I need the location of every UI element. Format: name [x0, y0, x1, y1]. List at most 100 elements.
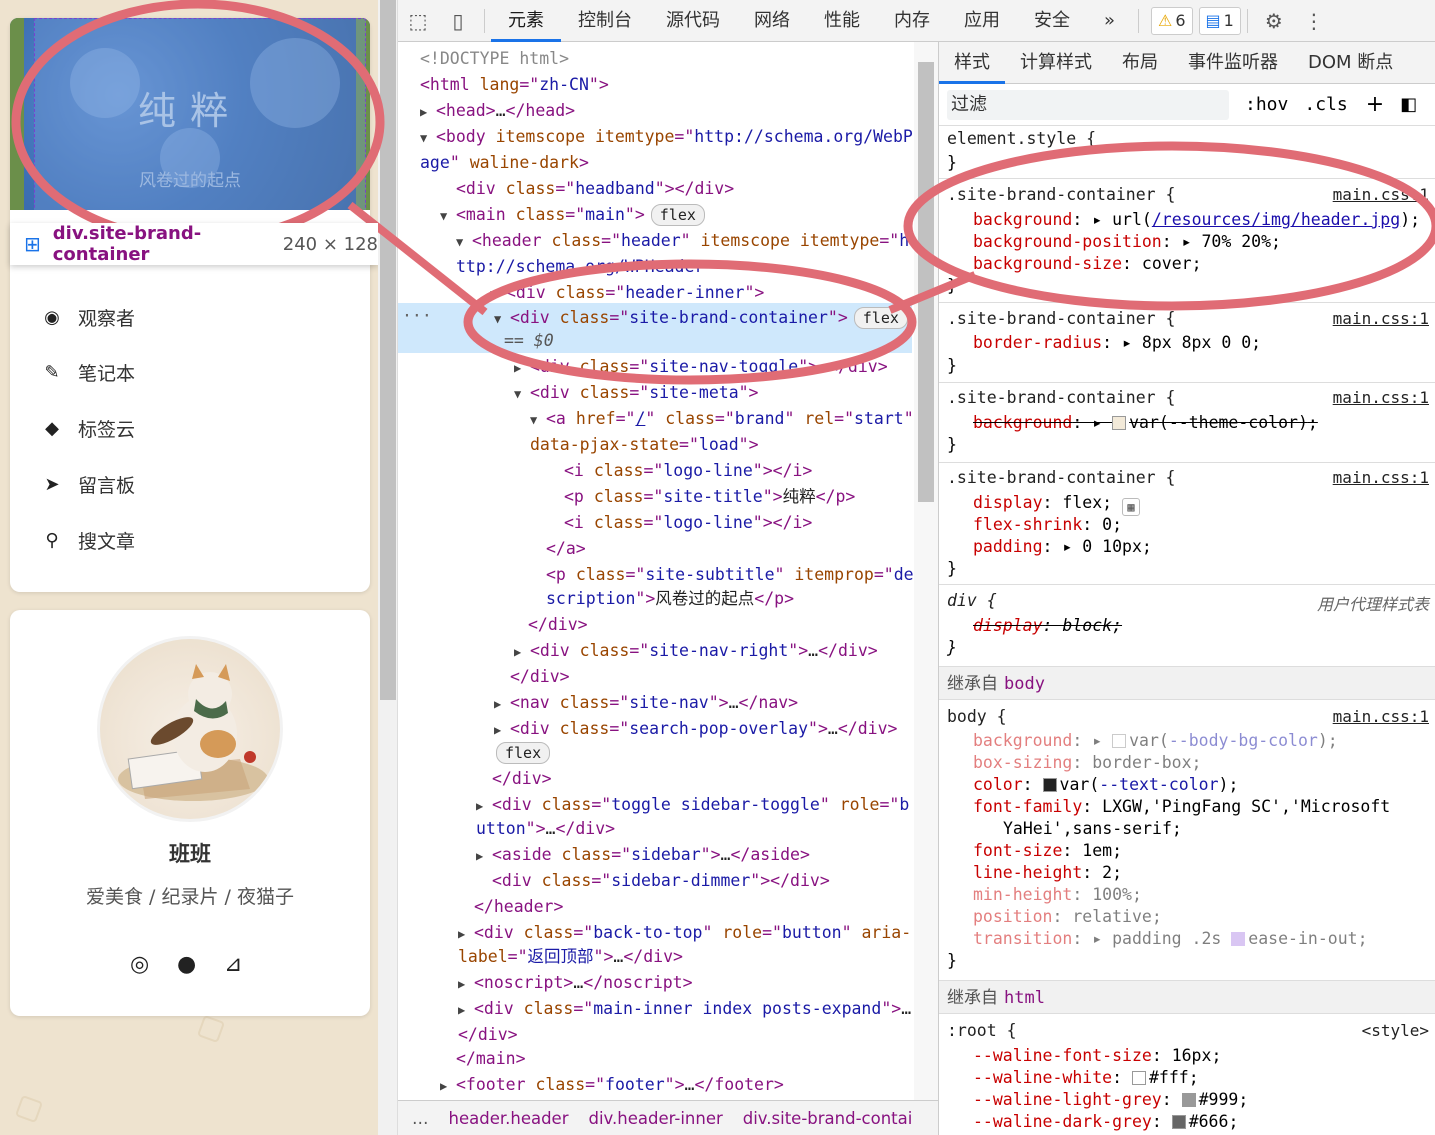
css-declaration[interactable]: line-height: 2;: [973, 862, 1122, 884]
css-declaration-overridden[interactable]: background: ▸ var(--theme-color);: [973, 412, 1318, 434]
css-declaration[interactable]: background: ▸ url(/resources/img/header.…: [973, 209, 1420, 231]
flex-badge[interactable]: flex: [853, 307, 908, 329]
dom-node[interactable]: <!DOCTYPE html>: [420, 46, 569, 72]
dom-node[interactable]: </header>: [474, 894, 563, 920]
dom-node[interactable]: ▶ <head>…</head>: [420, 98, 575, 125]
css-variable[interactable]: --waline-font-size: 16px;: [973, 1045, 1221, 1067]
dom-node[interactable]: ▶ <div class="toggle sidebar-toggle" role…: [476, 792, 909, 819]
breadcrumb-overflow-icon[interactable]: …: [412, 1109, 429, 1128]
rule-source-link[interactable]: main.css:1: [1333, 388, 1429, 407]
sidebar-item-search[interactable]: ⚲ 搜文章: [40, 527, 135, 554]
tab-memory[interactable]: 内存: [877, 0, 947, 42]
dom-node[interactable]: </div>: [528, 612, 588, 638]
rule-source-link[interactable]: main.css:1: [1333, 309, 1429, 328]
tab-styles[interactable]: 样式: [939, 42, 1005, 84]
toggle-sidebar-icon[interactable]: ◧: [1400, 94, 1417, 115]
dom-node[interactable]: ▶ <div class="site-nav-right">…</div>: [514, 638, 878, 665]
device-toolbar-icon[interactable]: ▯: [438, 9, 478, 33]
dom-node[interactable]: <p class="site-subtitle" itemprop="de: [546, 562, 914, 588]
tab-elements[interactable]: 元素: [491, 0, 561, 42]
tab-security[interactable]: 安全: [1017, 0, 1087, 42]
tab-sources[interactable]: 源代码: [649, 0, 737, 42]
rss-icon[interactable]: ⊿: [224, 952, 242, 977]
scrollbar-thumb[interactable]: [380, 0, 396, 700]
rule-source-link[interactable]: main.css:1: [1333, 707, 1429, 726]
css-declaration-inactive[interactable]: min-height: 100%;: [973, 884, 1142, 906]
dom-node[interactable]: <i class="logo-line"></i>: [564, 458, 812, 484]
dom-node[interactable]: <div class="headband"></div>: [456, 176, 734, 202]
dom-node[interactable]: ▶ <footer class="footer">…</footer>: [440, 1072, 784, 1099]
dom-node[interactable]: ▶ <div class="main-inner index posts-expa…: [458, 996, 911, 1023]
hov-toggle[interactable]: :hov: [1245, 94, 1288, 115]
dom-node[interactable]: ▶ <nav class="site-nav">…</nav>: [494, 690, 798, 717]
css-declaration[interactable]: background-size: cover;: [973, 253, 1202, 275]
dom-node[interactable]: ▶ <div class="search-pop-overlay">…</div>: [494, 716, 897, 743]
scrollbar-thumb[interactable]: [918, 62, 934, 502]
dom-node[interactable]: ▼ <div class="header-inner">: [490, 280, 764, 307]
css-declaration[interactable]: font-family: LXGW,'PingFang SC','Microso…: [973, 796, 1390, 818]
breadcrumb-item[interactable]: div.site-brand-contai: [743, 1109, 913, 1128]
css-declaration[interactable]: font-size: 1em;: [973, 840, 1122, 862]
css-declaration[interactable]: border-radius: ▸ 8px 8px 0 0;: [973, 332, 1261, 354]
dom-node-selected[interactable]: ▼ <div class="site-brand-container"> flex: [494, 305, 908, 332]
color-swatch[interactable]: [1042, 778, 1057, 792]
messages-badge[interactable]: ▤ 1: [1198, 6, 1241, 35]
site-brand-container[interactable]: 纯粹 风卷过的起点: [10, 18, 370, 210]
css-variable[interactable]: --waline-dark-grey: #666;: [973, 1111, 1238, 1133]
css-declaration[interactable]: color: var(--text-color);: [973, 774, 1238, 796]
header-image-url[interactable]: /resources/img/header.jpg: [1152, 210, 1400, 229]
dom-node[interactable]: ▼ <header class="header" itemscope itemty…: [456, 228, 909, 255]
color-swatch[interactable]: [1131, 1071, 1146, 1085]
dom-node[interactable]: ▼ <a href="/" class="brand" rel="start": [530, 406, 914, 433]
dom-node[interactable]: ▶ <noscript>…</noscript>: [458, 970, 693, 997]
css-declaration-inactive[interactable]: position: relative;: [973, 906, 1162, 928]
kebab-menu-icon[interactable]: ⋮: [1294, 9, 1334, 33]
styles-filter-input[interactable]: 过滤: [947, 89, 1229, 120]
dom-node[interactable]: </div>: [458, 1022, 518, 1048]
css-declaration-inactive[interactable]: background: ▸ var(--body-bg-color);: [973, 730, 1338, 752]
dom-node[interactable]: ▼ <body itemscope itemtype="http://schema…: [420, 124, 913, 151]
sidebar-item-observer[interactable]: ◉ 观察者: [40, 304, 135, 331]
weibo-icon[interactable]: ◎: [130, 952, 149, 977]
sidebar-item-guestbook[interactable]: ➤ 留言板: [40, 471, 135, 498]
css-declaration-inactive[interactable]: transition: ▸ padding .2s ease-in-out;: [973, 928, 1368, 950]
dom-node[interactable]: <p class="site-title">纯粹</p>: [564, 484, 855, 510]
breadcrumb-item[interactable]: header.header: [449, 1109, 569, 1128]
dom-node[interactable]: </main>: [456, 1046, 526, 1072]
easing-swatch[interactable]: [1231, 932, 1246, 946]
dom-node[interactable]: </div>: [492, 766, 552, 792]
rule-source-link[interactable]: main.css:1: [1333, 185, 1429, 204]
inspect-element-icon[interactable]: ⬚: [398, 9, 438, 33]
color-swatch[interactable]: [1112, 416, 1127, 430]
css-variable[interactable]: --waline-light-grey: #999;: [973, 1089, 1248, 1111]
inherited-element[interactable]: html: [1004, 988, 1045, 1008]
flex-badge[interactable]: flex: [496, 742, 551, 764]
css-declaration-inactive[interactable]: box-sizing: border-box;: [973, 752, 1201, 774]
dom-node[interactable]: ▼ <main class="main"> flex: [440, 202, 705, 229]
dom-node[interactable]: <div class="sidebar-dimmer"></div>: [492, 868, 830, 894]
dom-node[interactable]: <html lang="zh-CN">: [420, 72, 609, 98]
dom-node[interactable]: ▶ <div class="back-to-top" role="button" …: [458, 920, 911, 947]
breadcrumb-item[interactable]: div.header-inner: [589, 1109, 723, 1128]
rule-source-link[interactable]: main.css:1: [1333, 468, 1429, 487]
sidebar-item-tags[interactable]: ◆ 标签云: [40, 415, 135, 442]
warnings-badge[interactable]: ⚠ 6: [1151, 6, 1193, 35]
color-swatch[interactable]: [1171, 1115, 1186, 1129]
flexbox-editor-icon[interactable]: ▦: [1122, 498, 1141, 516]
css-declaration[interactable]: display: flex; ▦: [973, 492, 1141, 516]
github-icon[interactable]: ●: [177, 952, 196, 977]
css-declaration[interactable]: flex-shrink: 0;: [973, 514, 1122, 536]
css-declaration[interactable]: padding: ▸ 0 10px;: [973, 536, 1152, 558]
dom-node[interactable]: </div>: [510, 664, 570, 690]
dom-node[interactable]: <i class="logo-line"></i>: [564, 510, 812, 536]
color-swatch[interactable]: [1181, 1093, 1196, 1107]
tab-event-listeners[interactable]: 事件监听器: [1173, 42, 1293, 84]
flex-badge[interactable]: flex: [650, 204, 705, 226]
elements-scrollbar[interactable]: [914, 42, 938, 1100]
dom-node[interactable]: </a>: [546, 536, 586, 562]
css-declaration[interactable]: background-position: ▸ 70% 20%;: [973, 231, 1281, 253]
inherited-element[interactable]: body: [1004, 674, 1045, 694]
tab-dom-breakpoints[interactable]: DOM 断点: [1293, 42, 1408, 84]
dom-node[interactable]: ▶ <aside class="sidebar">…</aside>: [476, 842, 810, 869]
dom-node[interactable]: ▼ <div class="site-meta">: [514, 380, 759, 407]
